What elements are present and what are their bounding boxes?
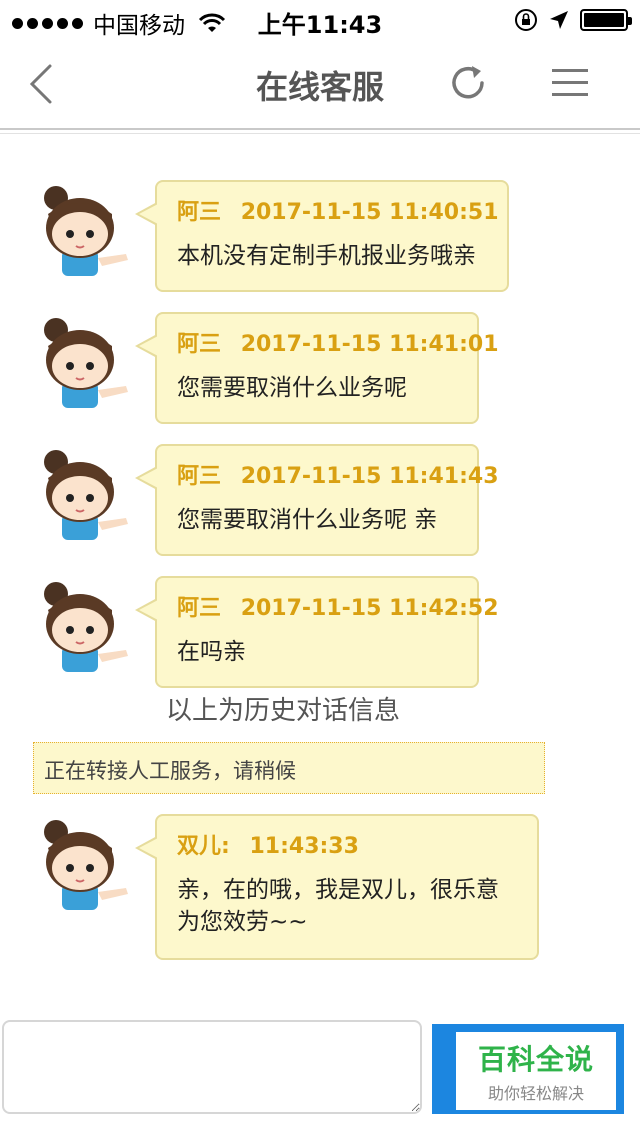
message-sender: 双儿: [177, 834, 230, 859]
message-timestamp: 11:43:33 [249, 834, 359, 859]
message-text: 您需要取消什么业务呢 [177, 375, 407, 401]
message-text-line: 为您效劳~~ [177, 909, 308, 935]
message-bubble: 阿三 2017-11-15 11:41:01 您需要取消什么业务呢 [135, 312, 499, 424]
message-text: 本机没有定制手机报业务哦亲 [177, 243, 476, 269]
watermark-logo: 百科全说 助你轻松解决 [456, 1032, 616, 1110]
watermark-title: 百科全说 [477, 1043, 594, 1076]
message-input[interactable] [2, 1020, 422, 1114]
message-sender: 阿三 [177, 464, 222, 489]
status-right [514, 8, 632, 32]
message-timestamp: 2017-11-15 11:41:43 [240, 464, 499, 489]
message-bubble: 阿三 2017-11-15 11:41:43 您需要取消什么业务呢 亲 [135, 444, 499, 556]
message-text: 在吗亲 [177, 639, 246, 665]
message-timestamp: 2017-11-15 11:40:51 [240, 200, 499, 225]
message-header: 阿三 2017-11-15 11:41:01 [177, 326, 499, 358]
location-arrow-icon [550, 11, 568, 29]
status-bar: 中国移动 上午11:43 [0, 0, 640, 40]
nav-bar: 在线客服 [0, 40, 640, 128]
agent-avatar-icon [44, 820, 128, 910]
page-title: 在线客服 [255, 68, 384, 106]
message-bubble: 阿三 2017-11-15 11:40:51 本机没有定制手机报业务哦亲 [135, 180, 509, 292]
agent-avatar-icon [44, 318, 128, 408]
transfer-notice: 正在转接人工服务，请稍候 [33, 742, 545, 794]
menu-icon[interactable] [552, 68, 588, 98]
message-timestamp: 2017-11-15 11:41:01 [240, 332, 499, 357]
agent-avatar-icon [44, 582, 128, 672]
history-note: 以上为历史对话信息 [166, 696, 401, 726]
message-text: 您需要取消什么业务呢 亲 [177, 507, 438, 533]
watermark-subtitle: 助你轻松解决 [487, 1084, 584, 1103]
agent-avatar-icon [44, 186, 128, 276]
message-sender: 阿三 [177, 596, 222, 621]
message-bubble: 阿三 2017-11-15 11:42:52 在吗亲 [135, 576, 499, 688]
refresh-icon[interactable] [448, 62, 490, 104]
nav-divider [0, 128, 640, 134]
message-sender: 阿三 [177, 332, 222, 357]
message-timestamp: 2017-11-15 11:42:52 [240, 596, 499, 621]
message-header: 阿三 2017-11-15 11:41:43 [177, 458, 499, 490]
message-text-line: 亲，在的哦，我是双儿，很乐意 [177, 877, 499, 903]
message-header: 阿三 2017-11-15 11:40:51 [177, 194, 499, 226]
message-sender: 阿三 [177, 200, 222, 225]
agent-avatar-icon [44, 450, 128, 540]
message-header: 双儿: 11:43:33 [177, 828, 517, 860]
battery-icon [580, 9, 632, 31]
message-header: 阿三 2017-11-15 11:42:52 [177, 590, 499, 622]
rotation-lock-icon [515, 9, 537, 31]
chat-screen: 中国移动 上午11:43 在线客服 阿三 2017-11-15 11:40:51… [0, 0, 640, 1136]
message-bubble: 双儿: 11:43:33 亲，在的哦，我是双儿，很乐意 为您效劳~~ [135, 814, 539, 960]
message-text: 亲，在的哦，我是双儿，很乐意 为您效劳~~ [177, 874, 517, 938]
